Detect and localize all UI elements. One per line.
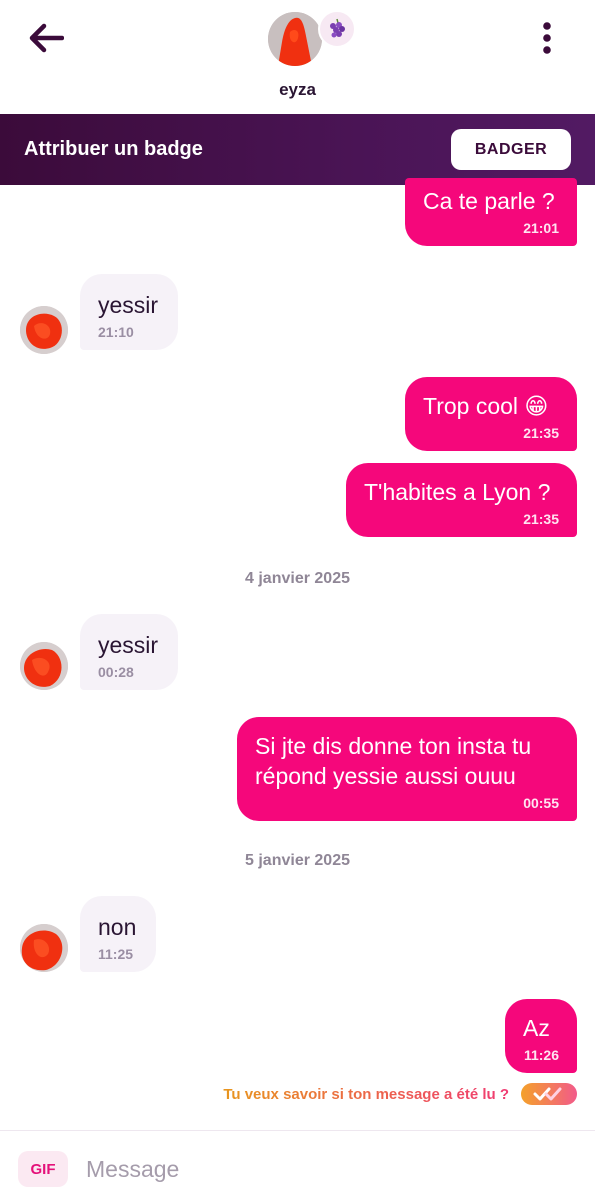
- incoming-message[interactable]: yessir 21:10: [80, 274, 178, 350]
- message-time: 11:25: [98, 946, 134, 962]
- gif-button[interactable]: GIF: [18, 1151, 68, 1187]
- contact-avatar[interactable]: [268, 12, 322, 66]
- double-check-icon: [533, 1087, 562, 1101]
- message-text: Si jte dis donne ton insta tu répond yes…: [255, 733, 532, 789]
- message-time: 11:26: [523, 1047, 559, 1063]
- outgoing-message[interactable]: T'habites a Lyon ? 21:35: [346, 463, 577, 537]
- message-input[interactable]: [86, 1149, 566, 1189]
- outgoing-message[interactable]: Si jte dis donne ton insta tu répond yes…: [237, 717, 577, 821]
- banner-title: Attribuer un badge: [24, 138, 203, 160]
- message-text: yessir: [98, 632, 159, 658]
- avatar-redacted-image: [20, 642, 68, 690]
- avatar-redacted-image: [268, 12, 322, 66]
- outgoing-message[interactable]: Az 11:26: [505, 999, 577, 1073]
- grapes-badge: [318, 10, 356, 48]
- contact-avatar-small[interactable]: [20, 642, 68, 690]
- outgoing-message[interactable]: Trop cool 😁 21:35: [405, 377, 577, 451]
- message-time: 21:01: [523, 220, 559, 236]
- message-time: 00:55: [523, 795, 559, 811]
- message-time: 21:35: [523, 511, 559, 527]
- message-composer: GIF: [0, 1130, 595, 1200]
- message-text: Trop cool 😁: [423, 393, 549, 419]
- incoming-message[interactable]: non 11:25: [80, 896, 156, 972]
- chat-screen: eyza Attribuer un badge BADGER Ca te par…: [0, 0, 595, 1200]
- message-text: Ca te parle ?: [423, 188, 555, 214]
- read-receipt-prompt: Tu veux savoir si ton message a été lu ?: [223, 1085, 509, 1103]
- message-time: 00:28: [98, 664, 134, 680]
- read-receipt-promo[interactable]: Tu veux savoir si ton message a été lu ?: [223, 1083, 577, 1105]
- contact-avatar-small[interactable]: [20, 924, 68, 972]
- outgoing-message[interactable]: Ca te parle ? 21:01: [405, 178, 577, 246]
- badger-button[interactable]: BADGER: [451, 129, 571, 170]
- contact-name[interactable]: eyza: [0, 80, 595, 100]
- badge-banner: Attribuer un badge BADGER: [0, 114, 595, 185]
- incoming-message[interactable]: yessir 00:28: [80, 614, 178, 690]
- message-time: 21:35: [523, 425, 559, 441]
- grapes-icon: [330, 18, 345, 38]
- message-time: 21:10: [98, 324, 134, 340]
- chat-header: eyza: [0, 0, 595, 114]
- more-options-button[interactable]: [525, 16, 569, 60]
- message-text: Az: [523, 1015, 550, 1041]
- contact-avatar-small[interactable]: [20, 306, 68, 354]
- avatar-redacted-image: [20, 924, 68, 972]
- message-text: T'habites a Lyon ?: [364, 479, 551, 505]
- more-vertical-icon: [543, 22, 551, 54]
- avatar-redacted-image: [20, 306, 68, 354]
- read-receipt-toggle[interactable]: [521, 1083, 577, 1105]
- message-text: yessir: [98, 292, 159, 318]
- message-text: non: [98, 914, 137, 940]
- date-separator: 5 janvier 2025: [245, 852, 350, 869]
- contact-profile: eyza: [0, 0, 595, 114]
- date-separator: 4 janvier 2025: [245, 570, 350, 587]
